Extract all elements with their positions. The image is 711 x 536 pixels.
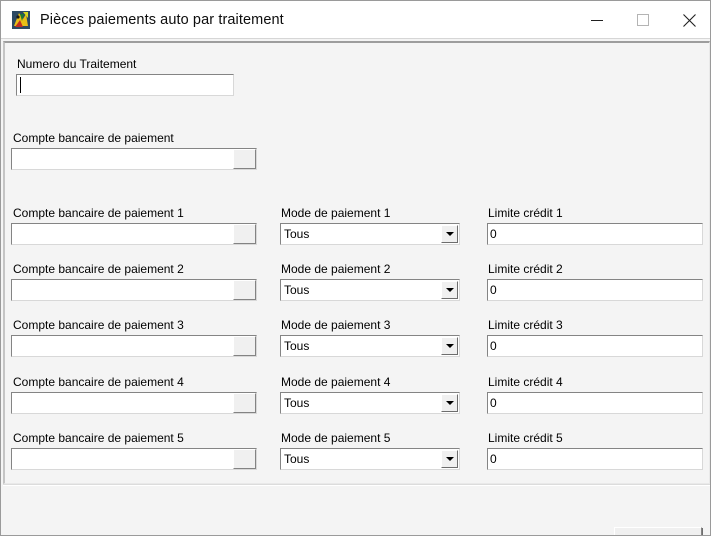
row-5-mode-combo[interactable]: Tous	[280, 448, 460, 470]
close-icon	[682, 13, 697, 28]
row-4-mode-label: Mode de paiement 4	[281, 375, 390, 389]
bank-account-lookup-button[interactable]	[233, 149, 256, 169]
row-3-mode-value: Tous	[284, 336, 439, 356]
row-3-account-lookup-button[interactable]	[233, 336, 256, 356]
row-1-account-input[interactable]	[11, 223, 257, 245]
chevron-down-icon[interactable]	[441, 281, 458, 299]
row-5-account-label: Compte bancaire de paiement 5	[13, 431, 184, 445]
row-5-limit-label: Limite crédit 5	[488, 431, 563, 445]
treatment-number-label: Numero du Traitement	[17, 57, 136, 71]
bank-account-label: Compte bancaire de paiement	[13, 131, 174, 145]
row-3-limit-label: Limite crédit 3	[488, 318, 563, 332]
row-4-mode-value: Tous	[284, 393, 439, 413]
row-5-account-input[interactable]	[11, 448, 257, 470]
row-5-account-lookup-button[interactable]	[233, 449, 256, 469]
chevron-down-icon[interactable]	[441, 225, 458, 243]
row-2-limit-input[interactable]	[487, 279, 703, 301]
row-3-limit-input[interactable]	[487, 335, 703, 357]
bank-account-input[interactable]	[11, 148, 257, 170]
row-3-mode-combo[interactable]: Tous	[280, 335, 460, 357]
row-1-mode-value: Tous	[284, 224, 439, 244]
row-4-limit-label: Limite crédit 4	[488, 375, 563, 389]
window-title: Pièces paiements auto par traitement	[40, 12, 284, 28]
treatment-number-input[interactable]	[16, 74, 234, 96]
row-2-limit-label: Limite crédit 2	[488, 262, 563, 276]
row-4-mode-combo[interactable]: Tous	[280, 392, 460, 414]
row-2-mode-combo[interactable]: Tous	[280, 279, 460, 301]
minimize-icon	[590, 13, 604, 27]
footer-divider-highlight	[3, 485, 710, 486]
row-2-account-input[interactable]	[11, 279, 257, 301]
row-1-mode-combo[interactable]: Tous	[280, 223, 460, 245]
window-controls	[574, 1, 711, 39]
maximize-button[interactable]	[620, 1, 666, 39]
minimize-button[interactable]	[574, 1, 620, 39]
row-4-account-lookup-button[interactable]	[233, 393, 256, 413]
row-4-account-label: Compte bancaire de paiement 4	[13, 375, 184, 389]
row-1-account-label: Compte bancaire de paiement 1	[13, 206, 184, 220]
row-3-account-input[interactable]	[11, 335, 257, 357]
dialog-window: Pièces paiements auto par traitement	[0, 0, 711, 536]
row-5-mode-value: Tous	[284, 449, 439, 469]
row-2-account-label: Compte bancaire de paiement 2	[13, 262, 184, 276]
row-1-limit-input[interactable]	[487, 223, 703, 245]
chevron-down-icon[interactable]	[441, 394, 458, 412]
row-2-account-lookup-button[interactable]	[233, 280, 256, 300]
row-2-mode-value: Tous	[284, 280, 439, 300]
maximize-icon	[636, 13, 650, 27]
app-icon	[10, 9, 32, 31]
ok-button[interactable]: OK	[614, 527, 702, 536]
client-area: Numero du Traitement Compte bancaire de …	[1, 39, 711, 536]
row-1-limit-label: Limite crédit 1	[488, 206, 563, 220]
close-button[interactable]	[666, 1, 711, 39]
chevron-down-icon[interactable]	[441, 337, 458, 355]
row-5-mode-label: Mode de paiement 5	[281, 431, 390, 445]
row-3-account-label: Compte bancaire de paiement 3	[13, 318, 184, 332]
text-caret	[20, 77, 21, 93]
row-1-account-lookup-button[interactable]	[233, 224, 256, 244]
row-4-account-input[interactable]	[11, 392, 257, 414]
row-5-limit-input[interactable]	[487, 448, 703, 470]
row-1-mode-label: Mode de paiement 1	[281, 206, 390, 220]
row-3-mode-label: Mode de paiement 3	[281, 318, 390, 332]
chevron-down-icon[interactable]	[441, 450, 458, 468]
row-4-limit-input[interactable]	[487, 392, 703, 414]
title-bar: Pièces paiements auto par traitement	[1, 1, 711, 39]
row-2-mode-label: Mode de paiement 2	[281, 262, 390, 276]
